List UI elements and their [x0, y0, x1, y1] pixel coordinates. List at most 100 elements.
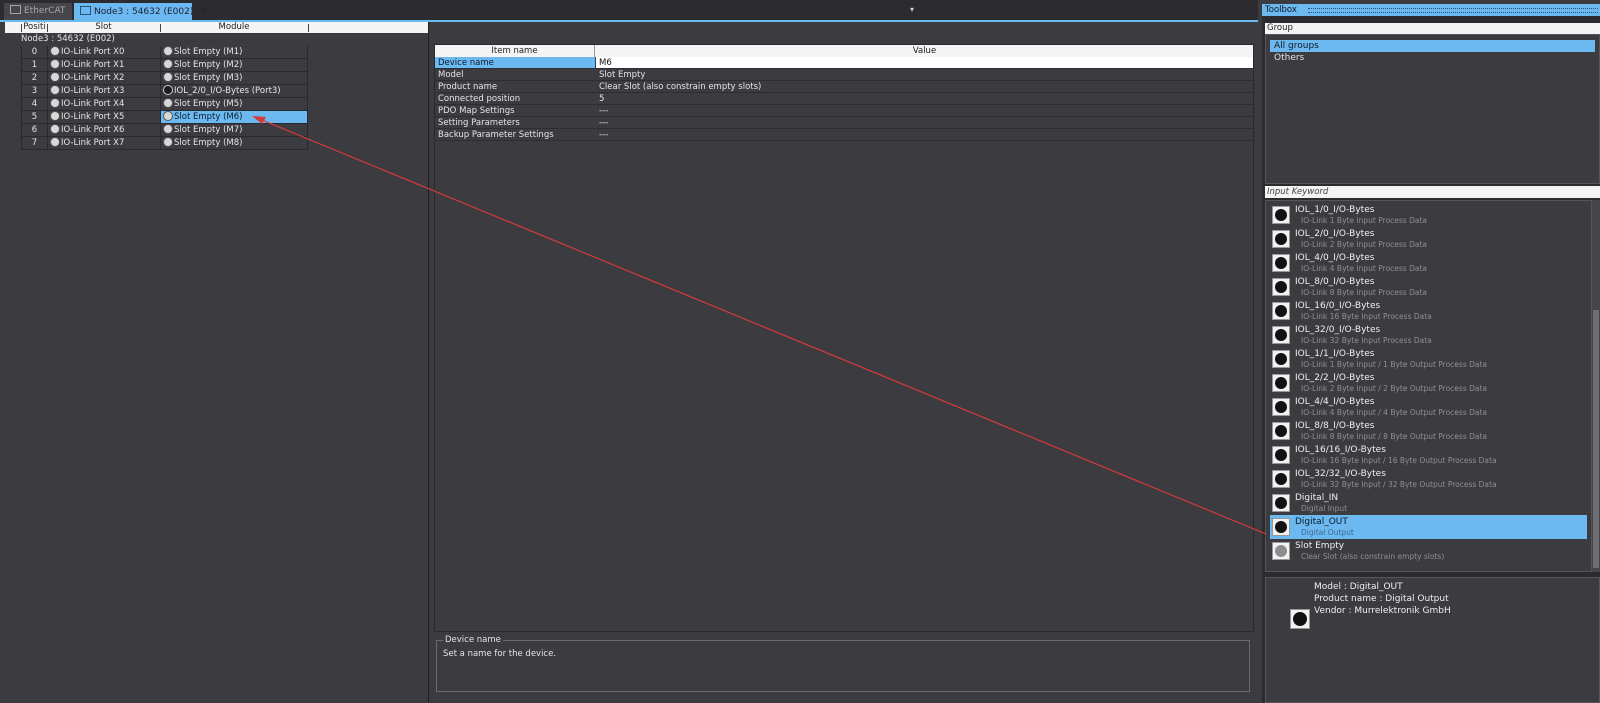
property-value[interactable]: ---	[596, 105, 1253, 117]
property-value[interactable]: Clear Slot (also constrain empty slots)	[596, 81, 1253, 93]
module-list-item[interactable]: IOL_4/4_I/O-Bytes IO-Link 4 Byte Input / …	[1270, 395, 1587, 419]
slot-module[interactable]: IOL_2/0_I/O-Bytes (Port3)	[160, 85, 308, 98]
module-list-item[interactable]: IOL_1/1_I/O-Bytes IO-Link 1 Byte Input / …	[1270, 347, 1587, 371]
col-slot[interactable]: Slot	[47, 22, 160, 33]
slot-row[interactable]: 1 IO-Link Port X1 Slot Empty (M2)	[5, 59, 425, 72]
slot-row[interactable]: 3 IO-Link Port X3 IOL_2/0_I/O-Bytes (Port3…	[5, 85, 425, 98]
module-list-item[interactable]: Digital_OUT Digital Output	[1270, 515, 1587, 539]
slot-name[interactable]: IO-Link Port X2	[47, 72, 160, 85]
tab-node3[interactable]: Node3 : 54632 (E002) ×	[74, 3, 208, 20]
property-name: Setting Parameters	[435, 117, 595, 129]
property-row[interactable]: Product name Clear Slot (also constrain e…	[435, 81, 1253, 93]
port-icon	[50, 46, 60, 56]
slot-name[interactable]: IO-Link Port X1	[47, 59, 160, 72]
property-name: Backup Parameter Settings	[435, 129, 595, 141]
property-value[interactable]: ---	[596, 117, 1253, 129]
slot-module[interactable]: Slot Empty (M6)	[160, 111, 308, 124]
slot-module[interactable]: Slot Empty (M7)	[160, 124, 308, 137]
slot-row[interactable]: 7 IO-Link Port X7 Slot Empty (M8)	[5, 137, 425, 150]
col-module[interactable]: Module	[160, 22, 308, 33]
property-value[interactable]: ---	[596, 129, 1253, 141]
module-icon	[163, 59, 173, 69]
module-list-scrollbar[interactable]	[1592, 200, 1600, 572]
module-list-item[interactable]: IOL_1/0_I/O-Bytes IO-Link 1 Byte Input Pr…	[1270, 203, 1587, 227]
port-icon	[50, 98, 60, 108]
group-others[interactable]: Others	[1270, 52, 1595, 64]
property-row[interactable]: Backup Parameter Settings ---	[435, 129, 1253, 141]
property-value[interactable]: M6	[596, 57, 1253, 69]
module-list-item[interactable]: IOL_16/16_I/O-Bytes IO-Link 16 Byte Input…	[1270, 443, 1587, 467]
module-icon	[1272, 254, 1290, 272]
slot-name[interactable]: IO-Link Port X4	[47, 98, 160, 111]
slot-name[interactable]: IO-Link Port X3	[47, 85, 160, 98]
slot-name[interactable]: IO-Link Port X0	[47, 46, 160, 59]
module-icon	[1272, 302, 1290, 320]
module-icon	[163, 72, 173, 82]
module-icon	[1272, 422, 1290, 440]
slot-module[interactable]: Slot Empty (M2)	[160, 59, 308, 72]
module-description: IO-Link 16 Byte Input Process Data	[1301, 312, 1432, 321]
slot-table-panel: Positi Slot Module Node3 : 54632 (E002) …	[5, 22, 429, 702]
module-description: IO-Link 16 Byte Input / 16 Byte Output P…	[1301, 456, 1497, 465]
slot-module[interactable]: Slot Empty (M3)	[160, 72, 308, 85]
col-position[interactable]: Positi	[22, 22, 47, 33]
module-description: IO-Link 32 Byte Input Process Data	[1301, 336, 1432, 345]
slot-module[interactable]: Slot Empty (M1)	[160, 46, 308, 59]
slot-table-header: Positi Slot Module	[5, 22, 428, 33]
slot-row[interactable]: 5 IO-Link Port X5 Slot Empty (M6)	[5, 111, 425, 124]
info-product: Product name : Digital Output	[1314, 594, 1449, 604]
module-icon	[1272, 230, 1290, 248]
property-row[interactable]: Model Slot Empty	[435, 69, 1253, 81]
module-list-item[interactable]: IOL_8/8_I/O-Bytes IO-Link 8 Byte Input / …	[1270, 419, 1587, 443]
slot-module[interactable]: Slot Empty (M5)	[160, 98, 308, 111]
slot-position: 5	[21, 111, 47, 124]
module-list-item[interactable]: IOL_16/0_I/O-Bytes IO-Link 16 Byte Input …	[1270, 299, 1587, 323]
module-icon	[163, 98, 173, 108]
module-name: IOL_4/4_I/O-Bytes	[1295, 397, 1375, 407]
module-icon	[1290, 609, 1310, 629]
property-value[interactable]: Slot Empty	[596, 69, 1253, 81]
module-description: Digital Input	[1301, 504, 1348, 513]
property-row[interactable]: Connected position 5	[435, 93, 1253, 105]
info-vendor: Vendor : Murrelektronik GmbH	[1314, 606, 1451, 616]
slot-row[interactable]: 6 IO-Link Port X6 Slot Empty (M7)	[5, 124, 425, 137]
slot-row[interactable]: 2 IO-Link Port X2 Slot Empty (M3)	[5, 72, 425, 85]
close-tab-icon[interactable]: ×	[199, 6, 207, 17]
property-row[interactable]: Setting Parameters ---	[435, 117, 1253, 129]
tab-ethercat[interactable]: EtherCAT	[4, 3, 72, 20]
property-value[interactable]: 5	[596, 93, 1253, 105]
slot-position: 3	[21, 85, 47, 98]
scrollbar-thumb[interactable]	[1593, 310, 1599, 568]
module-list-item[interactable]: Slot Empty Clear Slot (also constrain emp…	[1270, 539, 1587, 563]
property-row[interactable]: PDO Map Settings ---	[435, 105, 1253, 117]
module-info-panel: Model : Digital_OUT Product name : Digit…	[1265, 577, 1600, 703]
col-item-name[interactable]: Item name	[435, 45, 595, 57]
slot-name[interactable]: IO-Link Port X7	[47, 137, 160, 150]
keyword-input[interactable]: Input Keyword	[1265, 186, 1600, 198]
module-list-item[interactable]: Digital_IN Digital Input	[1270, 491, 1587, 515]
property-row[interactable]: Device name M6	[435, 57, 1253, 69]
tab-dropdown-icon[interactable]: ▾	[910, 5, 914, 14]
col-value[interactable]: Value	[596, 45, 1253, 57]
module-list-item[interactable]: IOL_2/0_I/O-Bytes IO-Link 2 Byte Input Pr…	[1270, 227, 1587, 251]
module-list-item[interactable]: IOL_8/0_I/O-Bytes IO-Link 8 Byte Input Pr…	[1270, 275, 1587, 299]
slot-row[interactable]: 4 IO-Link Port X4 Slot Empty (M5)	[5, 98, 425, 111]
port-icon	[50, 72, 60, 82]
slot-name[interactable]: IO-Link Port X5	[47, 111, 160, 124]
module-description: IO-Link 1 Byte Input Process Data	[1301, 216, 1427, 225]
slot-row[interactable]: 0 IO-Link Port X0 Slot Empty (M1)	[5, 46, 425, 59]
module-description: IO-Link 2 Byte Input Process Data	[1301, 240, 1427, 249]
module-list-item[interactable]: IOL_32/32_I/O-Bytes IO-Link 32 Byte Input…	[1270, 467, 1587, 491]
module-list-item[interactable]: IOL_2/2_I/O-Bytes IO-Link 2 Byte Input / …	[1270, 371, 1587, 395]
slot-position: 4	[21, 98, 47, 111]
module-name: Digital_IN	[1295, 493, 1339, 503]
property-name: Model	[435, 69, 595, 81]
module-list-item[interactable]: IOL_4/0_I/O-Bytes IO-Link 4 Byte Input Pr…	[1270, 251, 1587, 275]
group-all-groups[interactable]: All groups	[1270, 40, 1595, 52]
module-name: Digital_OUT	[1295, 517, 1348, 527]
module-name: IOL_8/8_I/O-Bytes	[1295, 421, 1375, 431]
module-list-item[interactable]: IOL_32/0_I/O-Bytes IO-Link 32 Byte Input …	[1270, 323, 1587, 347]
slot-name[interactable]: IO-Link Port X6	[47, 124, 160, 137]
module-icon	[1272, 446, 1290, 464]
slot-module[interactable]: Slot Empty (M8)	[160, 137, 308, 150]
